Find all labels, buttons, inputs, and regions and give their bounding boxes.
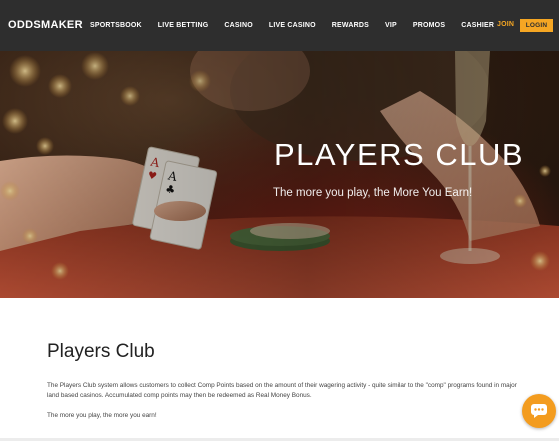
page-title: Players Club	[47, 341, 155, 362]
nav-live-betting[interactable]: LIVE BETTING	[158, 22, 209, 29]
nav-vip[interactable]: VIP	[385, 22, 397, 29]
join-link[interactable]: JOIN	[497, 21, 514, 28]
nav-casino[interactable]: CASINO	[224, 22, 252, 29]
top-navigation-bar: ODDSMAKER SPORTSBOOK LIVE BETTING CASINO…	[0, 0, 559, 51]
nav-rewards[interactable]: REWARDS	[332, 22, 369, 29]
nav-promos[interactable]: PROMOS	[413, 22, 445, 29]
hero-banner: A ♥ A ♣ PLAYERS CLUB The more you play, …	[0, 51, 559, 298]
players-club-description: The Players Club system allows customers…	[47, 382, 517, 399]
chat-bubble-icon	[531, 404, 547, 418]
hero-background-image: A ♥ A ♣	[0, 51, 559, 298]
nav-cashier[interactable]: CASHIER	[461, 22, 494, 29]
site-logo[interactable]: ODDSMAKER	[8, 20, 83, 31]
players-club-tagline: The more you play, the more you earn!	[47, 412, 157, 419]
hero-subtitle: The more you play, the More You Earn!	[273, 187, 473, 199]
nav-live-casino[interactable]: LIVE CASINO	[269, 22, 316, 29]
chat-button[interactable]	[522, 394, 556, 428]
login-button[interactable]: LOGIN	[520, 19, 553, 32]
hero-title: PLAYERS CLUB	[274, 137, 525, 172]
nav-sportsbook[interactable]: SPORTSBOOK	[90, 22, 142, 29]
main-nav: SPORTSBOOK LIVE BETTING CASINO LIVE CASI…	[90, 0, 510, 51]
